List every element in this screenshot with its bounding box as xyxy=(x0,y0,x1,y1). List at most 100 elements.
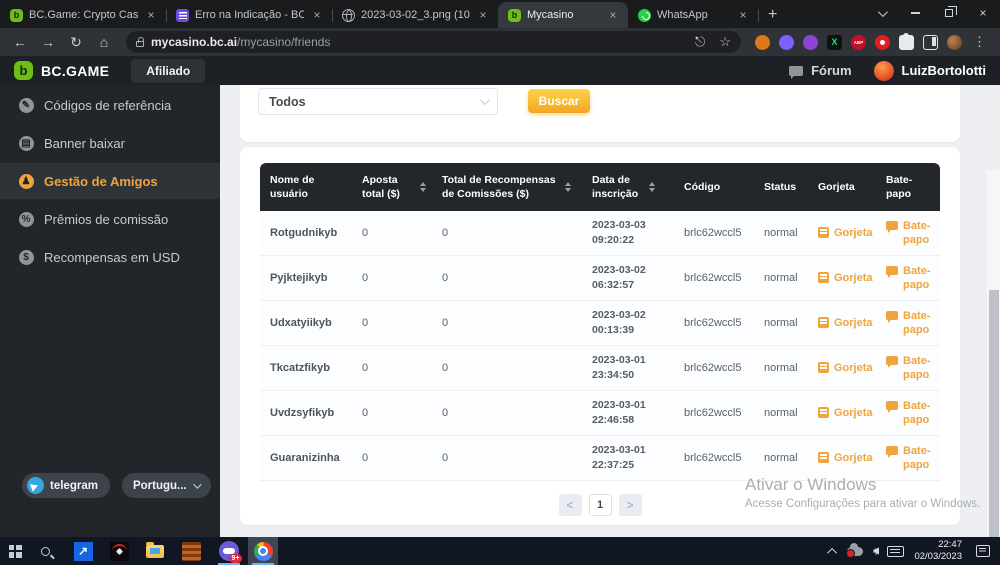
sort-icon[interactable] xyxy=(420,182,426,192)
taskbar-clock[interactable]: 22:47 02/03/2023 xyxy=(914,539,962,563)
prev-page-button[interactable]: < xyxy=(559,494,582,516)
affiliate-button[interactable]: Afiliado xyxy=(131,59,205,83)
tab-close-icon[interactable]: × xyxy=(736,8,750,22)
tab-close-icon[interactable]: × xyxy=(144,8,158,22)
tip-button[interactable]: Gorjeta xyxy=(808,271,876,285)
chat-button[interactable]: Bate-papo xyxy=(876,354,940,383)
friends-table-card: Nome de usuário Aposta total ($) Total d… xyxy=(240,147,960,525)
start-button[interactable] xyxy=(0,537,30,565)
url-text: mycasino.bc.ai/mycasino/friends xyxy=(151,35,330,49)
search-button[interactable]: Buscar xyxy=(528,89,590,113)
forum-link[interactable]: Fórum xyxy=(811,63,851,78)
extensions-puzzle-icon[interactable] xyxy=(899,35,914,50)
filter-select[interactable]: Todos xyxy=(258,88,498,115)
browser-menu-icon[interactable]: ⋮ xyxy=(971,34,988,50)
system-tray: 22:47 02/03/2023 xyxy=(830,539,1000,563)
tab-png-image[interactable]: 2023-03-02_3.png (1024×76 × xyxy=(332,2,498,28)
lock-icon[interactable] xyxy=(136,41,144,47)
row-signup-date: 2023-03-02 06:32:57 xyxy=(582,263,674,293)
tip-label: Gorjeta xyxy=(834,226,873,240)
tab-erro-indicacao[interactable]: Erro na Indicação - BC.Game × xyxy=(166,2,332,28)
row-commission-rewards: 0 xyxy=(432,452,582,464)
sidebar-item-banner-download[interactable]: ▤ Banner baixar xyxy=(0,125,220,161)
tip-button[interactable]: Gorjeta xyxy=(808,361,876,375)
table-row: Rotgudnikyb 0 0 2023-03-03 09:20:22 brlc… xyxy=(260,211,940,256)
restore-button[interactable] xyxy=(932,0,966,26)
table-row: Uvdzsyfikyb 0 0 2023-03-01 22:46:58 brlc… xyxy=(260,391,940,436)
close-window-button[interactable]: × xyxy=(966,0,1000,26)
chat-button[interactable]: Bate-papo xyxy=(876,444,940,473)
row-username: Pyjktejikyb xyxy=(260,272,352,284)
tab-close-icon[interactable]: × xyxy=(310,8,324,22)
cloud-sync-icon[interactable] xyxy=(847,547,863,556)
sidebar-item-commission-rewards[interactable]: % Prêmios de comissão xyxy=(0,201,220,237)
row-code: brlc62wccl5 xyxy=(674,317,754,329)
back-icon[interactable]: ← xyxy=(8,30,32,54)
taskbar-app-anydesk[interactable]: ↗ xyxy=(68,537,98,565)
taskbar-app-list[interactable] xyxy=(176,537,206,565)
bcgame-logo[interactable]: b xyxy=(14,61,33,80)
share-icon[interactable]: ⎋ xyxy=(695,34,705,50)
keyboard-icon[interactable] xyxy=(887,546,904,557)
user-name[interactable]: LuizBortolotti xyxy=(902,63,986,78)
vertical-scrollbar[interactable] xyxy=(987,170,1000,565)
usd-icon: $ xyxy=(18,249,34,265)
tab-search-icon[interactable] xyxy=(864,0,898,26)
chat-button[interactable]: Bate-papo xyxy=(876,219,940,248)
browser-profile-avatar[interactable] xyxy=(947,35,962,50)
tab-mycasino-active[interactable]: b Mycasino × xyxy=(498,2,628,28)
notification-badge: 9+ xyxy=(229,554,242,563)
tab-close-icon[interactable]: × xyxy=(476,8,490,22)
tab-whatsapp[interactable]: WhatsApp × xyxy=(628,2,758,28)
action-center-icon[interactable] xyxy=(976,545,990,557)
violet-extension-icon[interactable] xyxy=(803,35,818,50)
side-panel-icon[interactable] xyxy=(923,35,938,50)
red-extension-icon[interactable] xyxy=(875,35,890,50)
taskbar-app-game[interactable] xyxy=(104,537,134,565)
tab-close-icon[interactable]: × xyxy=(606,8,620,22)
tab-bcgame-casino[interactable]: b BC.Game: Crypto Casino Gan × xyxy=(0,2,166,28)
minimize-button[interactable] xyxy=(898,0,932,26)
col-commission-rewards[interactable]: Total de Recompensas de Comissões ($) xyxy=(432,173,582,201)
taskbar-file-explorer[interactable] xyxy=(140,537,170,565)
tip-button[interactable]: Gorjeta xyxy=(808,316,876,330)
tip-button[interactable]: Gorjeta xyxy=(808,451,876,465)
current-page-button[interactable]: 1 xyxy=(589,494,612,516)
chat-button[interactable]: Bate-papo xyxy=(876,399,940,428)
row-signup-date: 2023-03-01 23:34:50 xyxy=(582,353,674,383)
telegram-button[interactable]: telegram xyxy=(22,473,110,498)
sidebar-item-referral-codes[interactable]: ✎ Códigos de referência xyxy=(0,87,220,123)
forward-icon[interactable]: → xyxy=(36,30,60,54)
col-signup-date[interactable]: Data de inscrição xyxy=(582,173,674,201)
tip-button[interactable]: Gorjeta xyxy=(808,406,876,420)
purple-extension-icon[interactable] xyxy=(779,35,794,50)
browser-toolbar: ← → ↻ ⌂ mycasino.bc.ai/mycasino/friends … xyxy=(0,28,1000,56)
sort-icon[interactable] xyxy=(649,182,655,192)
sort-icon[interactable] xyxy=(565,182,571,192)
chat-button[interactable]: Bate-papo xyxy=(876,309,940,338)
new-tab-button[interactable]: + xyxy=(758,6,787,28)
address-bar[interactable]: mycasino.bc.ai/mycasino/friends ⎋ ☆ xyxy=(126,31,741,53)
reload-icon[interactable]: ↻ xyxy=(64,30,88,54)
taskbar-discord[interactable]: 9+ xyxy=(214,537,244,565)
taskbar-chrome-active[interactable] xyxy=(248,537,278,565)
tip-button[interactable]: Gorjeta xyxy=(808,226,876,240)
col-bet-total[interactable]: Aposta total ($) xyxy=(352,173,432,201)
metamask-icon[interactable] xyxy=(755,35,770,50)
language-selector[interactable]: Portugu... xyxy=(122,473,211,498)
bookmark-star-icon[interactable]: ☆ xyxy=(719,34,731,50)
green-x-extension-icon[interactable]: X xyxy=(827,35,842,50)
taskbar-search-button[interactable] xyxy=(30,537,60,565)
chat-button[interactable]: Bate-papo xyxy=(876,264,940,293)
tip-label: Gorjeta xyxy=(834,361,873,375)
user-avatar[interactable] xyxy=(874,61,894,81)
chat-label: Bate-papo xyxy=(903,354,934,383)
scrollbar-thumb[interactable] xyxy=(989,290,999,565)
sidebar-item-usd-rewards[interactable]: $ Recompensas em USD xyxy=(0,239,220,275)
tray-expand-icon[interactable] xyxy=(828,547,838,557)
home-icon[interactable]: ⌂ xyxy=(92,30,116,54)
row-status: normal xyxy=(754,227,808,239)
sidebar-item-friends-management[interactable]: ♟ Gestão de Amigos xyxy=(0,163,220,199)
next-page-button[interactable]: > xyxy=(619,494,642,516)
adblock-icon[interactable]: ABP xyxy=(851,35,866,50)
